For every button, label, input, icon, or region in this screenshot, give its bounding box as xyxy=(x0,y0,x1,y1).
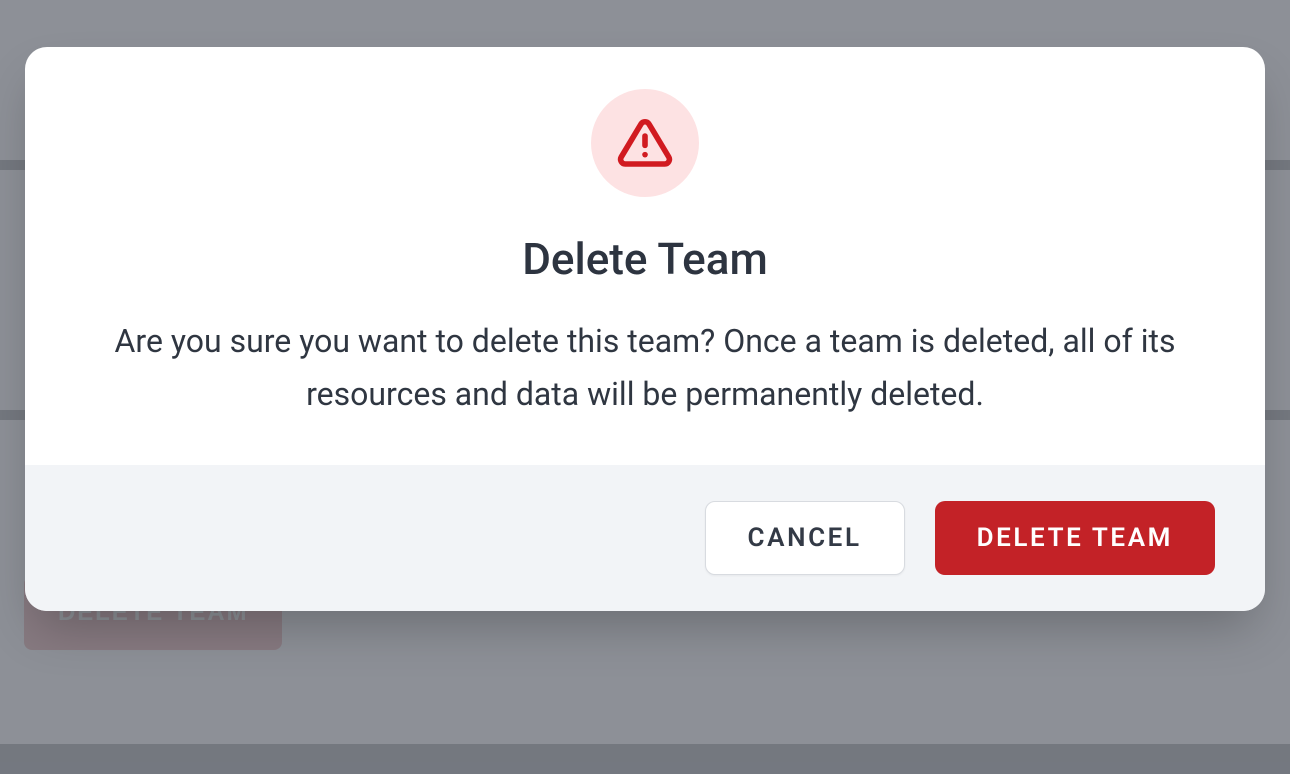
modal-title: Delete Team xyxy=(75,233,1215,285)
warning-icon-circle xyxy=(591,89,699,197)
modal-overlay[interactable]: Delete Team Are you sure you want to del… xyxy=(0,0,1290,774)
modal-body: Delete Team Are you sure you want to del… xyxy=(25,47,1265,465)
modal-message: Are you sure you want to delete this tea… xyxy=(95,315,1195,421)
cancel-button[interactable]: CANCEL xyxy=(705,501,905,575)
confirm-delete-button[interactable]: DELETE TEAM xyxy=(935,501,1215,575)
confirm-delete-modal: Delete Team Are you sure you want to del… xyxy=(25,47,1265,611)
modal-footer: CANCEL DELETE TEAM xyxy=(25,465,1265,611)
warning-triangle-icon xyxy=(617,115,673,171)
